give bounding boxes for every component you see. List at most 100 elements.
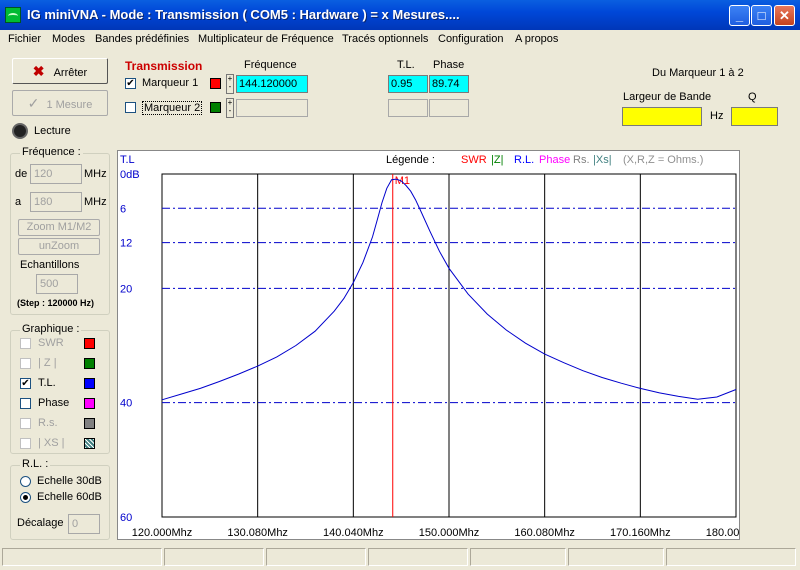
stop-label: Arrêter: [53, 67, 88, 79]
chart-panel[interactable]: 0dB 6 12 20 40 60 120.000Mhz 130.080Mhz 140.040M…: [117, 150, 740, 540]
app-icon: [5, 7, 21, 23]
unzoom-button[interactable]: unZoom: [18, 238, 100, 255]
to-unit: MHz: [84, 196, 107, 208]
from-label: de: [15, 168, 28, 180]
one-measure-label: 1 Mesure: [46, 99, 93, 111]
close-button[interactable]: ✕: [774, 5, 795, 26]
read-toggle-icon[interactable]: [12, 123, 28, 139]
marker1-frequency-field[interactable]: 144.120000: [236, 75, 308, 93]
menu-apropos[interactable]: A propos: [515, 33, 558, 45]
xs-color-swatch[interactable]: [84, 438, 95, 449]
status-cell-4: [368, 548, 468, 566]
from-input[interactable]: 120: [30, 164, 82, 184]
swr-checkbox[interactable]: [20, 338, 31, 349]
samples-label: Echantillons: [20, 259, 80, 271]
legend-entry: |Xs|: [593, 154, 612, 166]
menu-bandes[interactable]: Bandes prédéfinies: [95, 33, 189, 45]
y-tick-label: 6: [120, 203, 126, 215]
legend-title: Légende :: [386, 154, 435, 166]
xs-label: | XS |: [38, 437, 65, 449]
scale60-label: Echelle 60dB: [37, 491, 102, 503]
phase-color-swatch[interactable]: [84, 398, 95, 409]
menu-multiplicateur[interactable]: Multiplicateur de Fréquence: [198, 33, 334, 45]
phase-checkbox[interactable]: [20, 398, 31, 409]
z-checkbox[interactable]: [20, 358, 31, 369]
bandwidth-field: [622, 107, 702, 126]
scale60-radio[interactable]: [20, 492, 31, 503]
z-color-swatch[interactable]: [84, 358, 95, 369]
z-label: | Z |: [38, 357, 57, 369]
tl-checkbox[interactable]: ✔: [20, 378, 31, 389]
marker1-color-swatch[interactable]: [210, 78, 221, 89]
graph-group-label: Graphique :: [20, 323, 82, 335]
y-tick-label: 12: [120, 238, 132, 250]
x-tick-label: 180.000Mhz: [706, 527, 739, 539]
tl-label: T.L.: [38, 377, 56, 389]
marker2-color-swatch[interactable]: [210, 102, 221, 113]
bandwidth-label: Largeur de Bande: [623, 91, 712, 103]
menu-configuration[interactable]: Configuration: [438, 33, 503, 45]
from-unit: MHz: [84, 168, 107, 180]
legend-entry: Rs.: [573, 154, 590, 166]
y-axis-label: T.L: [120, 154, 135, 166]
legend-entry: SWR: [461, 154, 487, 166]
status-cell-6: [568, 548, 664, 566]
offset-input[interactable]: 0: [68, 514, 100, 534]
marker2-label: Marqueur 2: [142, 101, 203, 115]
frequency-group-label: Fréquence :: [20, 146, 83, 158]
menu-modes[interactable]: Modes: [52, 33, 85, 45]
menu-traces[interactable]: Tracés optionnels: [342, 33, 428, 45]
step-label: (Step : 120000 Hz): [17, 298, 95, 308]
marker1-checkbox[interactable]: ✔: [125, 78, 136, 89]
marker2-tl-field: [388, 99, 428, 117]
x-tick-label: 120.000Mhz: [132, 527, 193, 539]
swr-color-swatch[interactable]: [84, 338, 95, 349]
to-label: a: [15, 196, 22, 208]
one-measure-button[interactable]: ✓ 1 Mesure: [12, 90, 108, 116]
x-tick-label: 160.080Mhz: [514, 527, 575, 539]
rl-group-label: R.L. :: [20, 458, 51, 470]
window-title: IG miniVNA - Mode : Transmission ( COM5 …: [27, 7, 460, 22]
status-cell-3: [266, 548, 366, 566]
title-bar[interactable]: IG miniVNA - Mode : Transmission ( COM5 …: [0, 0, 800, 30]
phase-header: Phase: [433, 59, 465, 71]
rs-color-swatch[interactable]: [84, 418, 95, 429]
to-input[interactable]: 180: [30, 192, 82, 212]
x-tick-label: 170.160Mhz: [610, 527, 671, 539]
zoom-m1m2-button[interactable]: Zoom M1/M2: [18, 219, 100, 236]
x-tick-label: 150.000Mhz: [419, 527, 480, 539]
stop-button[interactable]: ✖ Arrêter: [12, 58, 108, 84]
y-tick-label: 20: [120, 283, 132, 295]
q-field: [731, 107, 778, 126]
marker1-spinner[interactable]: + -: [226, 74, 234, 94]
status-cell-2: [164, 548, 264, 566]
status-cell-5: [470, 548, 566, 566]
marker2-frequency-field[interactable]: [236, 99, 308, 117]
tl-color-swatch[interactable]: [84, 378, 95, 389]
q-label: Q: [748, 91, 757, 103]
x-tick-label: 140.040Mhz: [323, 527, 384, 539]
legend-entry: (X,R,Z = Ohms.): [623, 154, 703, 166]
legend-entry: |Z|: [491, 154, 503, 166]
scale30-label: Echelle 30dB: [37, 475, 102, 487]
marker1-label: M1: [395, 175, 410, 187]
xs-checkbox[interactable]: [20, 438, 31, 449]
marker2-checkbox[interactable]: [125, 102, 136, 113]
y-tick-label: 40: [120, 398, 132, 410]
y-tick-label: 0dB: [120, 169, 140, 181]
marker2-spinner[interactable]: + -: [226, 98, 234, 118]
tl-chart[interactable]: 0dB 6 12 20 40 60120.000Mhz 130.080Mhz 140.040M…: [118, 151, 739, 539]
scale30-radio[interactable]: [20, 476, 31, 487]
swr-label: SWR: [38, 337, 64, 349]
rs-checkbox[interactable]: [20, 418, 31, 429]
samples-input[interactable]: 500: [36, 274, 78, 294]
maximize-button[interactable]: □: [751, 5, 772, 26]
y-tick-label: 60: [120, 512, 132, 524]
rs-label: R.s.: [38, 417, 58, 429]
phase-label: Phase: [38, 397, 70, 409]
menu-fichier[interactable]: Fichier: [8, 33, 41, 45]
stop-icon: ✖: [32, 63, 45, 79]
tl-header: T.L.: [397, 59, 415, 71]
minimize-button[interactable]: _: [729, 5, 750, 26]
mode-title: Transmission: [125, 59, 203, 73]
